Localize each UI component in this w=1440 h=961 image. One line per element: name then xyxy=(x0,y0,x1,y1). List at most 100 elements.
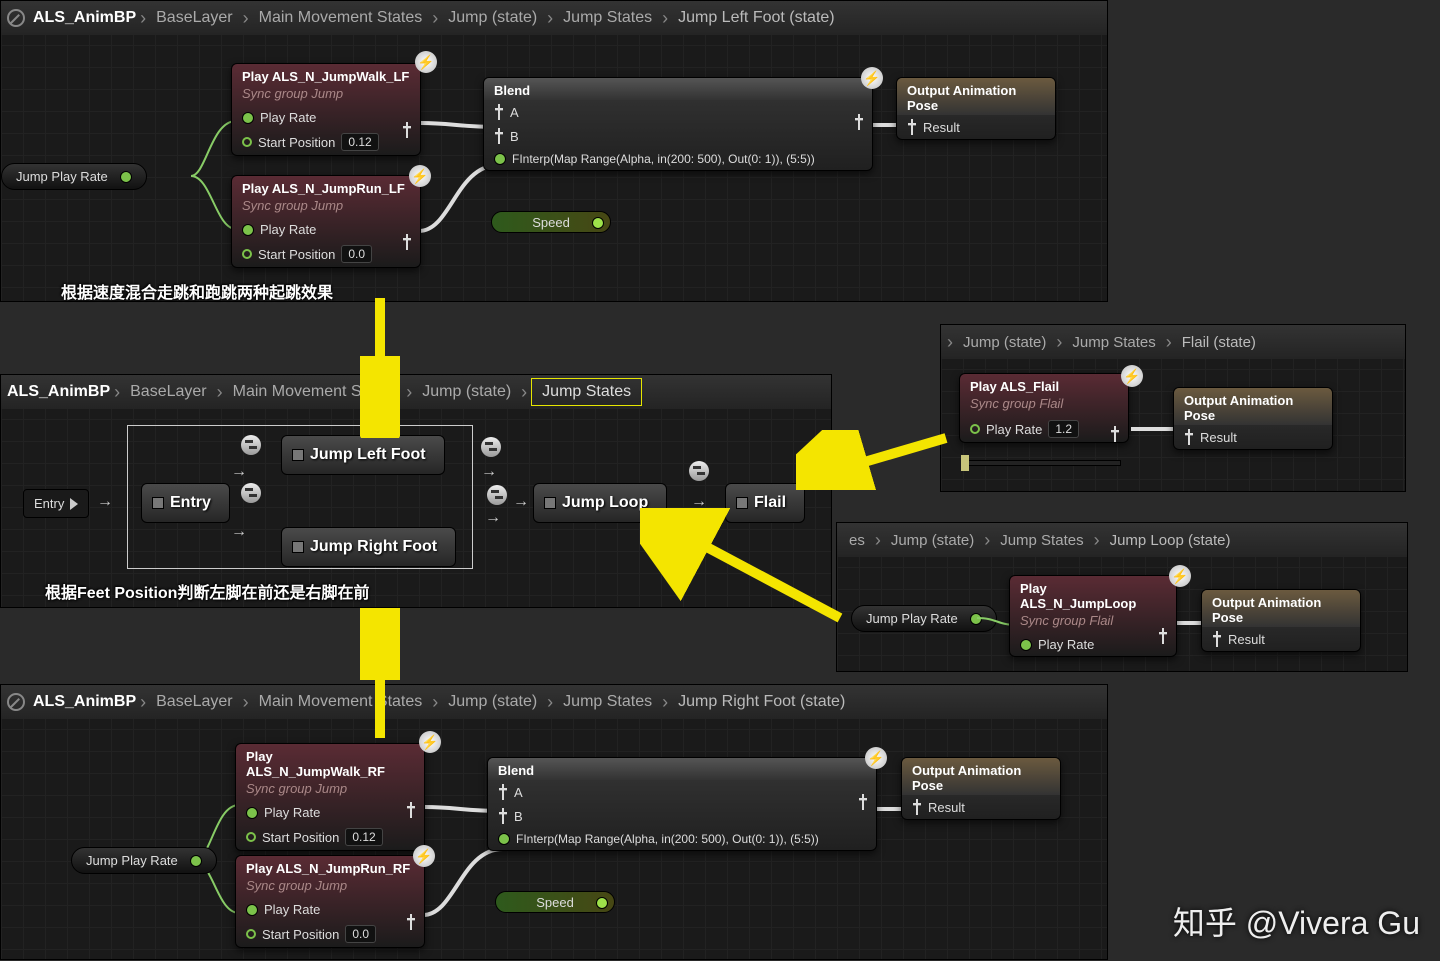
node-blend[interactable]: Blend A B FInterp(Map Range(Alpha, in(20… xyxy=(483,77,873,171)
crumb-mms[interactable]: Main Movement States xyxy=(253,7,429,29)
crumb-base[interactable]: BaseLayer xyxy=(150,7,239,29)
breadcrumb-rf[interactable]: ALS_AnimBP › BaseLayer › Main Movement S… xyxy=(1,685,1107,719)
node-play-run-rf[interactable]: Play ALS_N_JumpRun_RF Sync group Jump Pl… xyxy=(235,855,425,948)
pin-out[interactable] xyxy=(970,613,982,625)
pin-in[interactable] xyxy=(242,249,252,259)
var-jump-play-rate[interactable]: Jump Play Rate xyxy=(71,847,217,874)
pin-in[interactable] xyxy=(246,832,256,842)
node-play-loop[interactable]: Play ALS_N_JumpLoop Sync group Flail Pla… xyxy=(1009,575,1177,657)
node-play-walk-lf[interactable]: Play ALS_N_JumpWalk_LF Sync group Jump P… xyxy=(231,63,421,156)
crumb-rf[interactable]: Jump Right Foot (state) xyxy=(672,691,851,713)
pose-icon xyxy=(494,128,504,144)
crumb-root[interactable]: ALS_AnimBP xyxy=(33,9,136,27)
pin-in[interactable] xyxy=(246,904,258,916)
crumb-jump[interactable]: Jump (state) xyxy=(957,332,1052,353)
entry-tab[interactable]: Entry xyxy=(23,489,89,518)
pin-in[interactable] xyxy=(246,807,258,819)
panel-jump-left-foot: ALS_AnimBP › BaseLayer › Main Movement S… xyxy=(0,0,1108,302)
crumb-jump[interactable]: Jump (state) xyxy=(885,530,980,551)
timeline-slider[interactable] xyxy=(961,460,1121,466)
chevron-icon: › xyxy=(1166,332,1172,353)
chevron-icon: › xyxy=(984,530,990,551)
node-title: Output Animation Pose xyxy=(897,78,1055,115)
pin-in[interactable] xyxy=(246,929,256,939)
transition-icon[interactable] xyxy=(241,483,261,503)
arrow-icon: → xyxy=(481,463,497,481)
pin-out[interactable] xyxy=(190,855,202,867)
crumb-jump[interactable]: Jump (state) xyxy=(416,381,517,403)
pin-in[interactable] xyxy=(242,137,252,147)
transition-icon[interactable] xyxy=(689,461,709,481)
pin-in[interactable] xyxy=(242,112,254,124)
pin-in[interactable] xyxy=(1020,639,1032,651)
panel-flail: › Jump (state) › Jump States › Flail (st… xyxy=(940,324,1406,492)
pin-in[interactable] xyxy=(494,153,506,165)
state-jump-loop[interactable]: Jump Loop xyxy=(533,483,667,523)
pin-label: A xyxy=(514,785,523,800)
transition-icon[interactable] xyxy=(487,485,507,505)
annotation-mid: 根据Feet Position判断左脚在前还是右脚在前 xyxy=(45,579,369,603)
value-box[interactable]: 0.0 xyxy=(341,245,372,263)
pin-out[interactable] xyxy=(120,171,132,183)
state-entry[interactable]: Entry xyxy=(141,483,230,523)
pose-icon xyxy=(498,784,508,800)
chevron-icon: › xyxy=(1056,332,1062,353)
node-output-pose[interactable]: Output Animation Pose Result xyxy=(1201,589,1361,652)
var-jump-play-rate[interactable]: Jump Play Rate xyxy=(851,605,997,632)
node-title: Play ALS_N_JumpLoop xyxy=(1010,576,1176,613)
crumb-root[interactable]: ALS_AnimBP xyxy=(33,693,136,711)
var-speed[interactable]: Speed xyxy=(495,891,615,913)
value-box[interactable]: 1.2 xyxy=(1048,420,1079,438)
node-blend[interactable]: Blend A B FInterp(Map Range(Alpha, in(20… xyxy=(487,757,877,851)
pin-label: Play Rate xyxy=(986,422,1042,437)
breadcrumb-loop[interactable]: es › Jump (state) › Jump States › Jump L… xyxy=(837,523,1407,557)
pin-in[interactable] xyxy=(498,833,510,845)
fastpath-icon: ⚡ xyxy=(1169,565,1191,587)
crumb-jump[interactable]: Jump (state) xyxy=(442,7,543,29)
crumb-jumpstates[interactable]: Jump States xyxy=(1066,332,1161,353)
crumb-jumpstates[interactable]: Jump States xyxy=(557,691,658,713)
pin-in[interactable] xyxy=(242,224,254,236)
crumb-flail[interactable]: Flail (state) xyxy=(1176,332,1262,353)
crumb-jump[interactable]: Jump (state) xyxy=(442,691,543,713)
breadcrumb-sm[interactable]: ALS_AnimBP › BaseLayer › Main Movement S… xyxy=(1,375,831,409)
crumb-jumpstates[interactable]: Jump States xyxy=(557,7,658,29)
value-box[interactable]: 0.12 xyxy=(345,828,382,846)
crumb-mms[interactable]: Main Movement States xyxy=(227,381,403,403)
crumb-lf[interactable]: Jump Left Foot (state) xyxy=(672,7,841,29)
value-box[interactable]: 0.0 xyxy=(345,925,376,943)
breadcrumb-flail[interactable]: › Jump (state) › Jump States › Flail (st… xyxy=(941,325,1405,359)
node-output-pose[interactable]: Output Animation Pose Result xyxy=(1173,387,1333,450)
fastpath-icon: ⚡ xyxy=(1121,365,1143,387)
chevron-icon: › xyxy=(217,382,223,403)
chevron-icon: › xyxy=(243,8,249,29)
crumb-partial[interactable]: es xyxy=(843,530,871,551)
timeline-thumb[interactable] xyxy=(961,455,969,471)
crumb-base[interactable]: BaseLayer xyxy=(150,691,239,713)
state-flail[interactable]: Flail xyxy=(725,483,805,523)
node-play-flail[interactable]: Play ALS_Flail Sync group Flail Play Rat… xyxy=(959,373,1129,443)
pin-label: Play Rate xyxy=(264,902,320,917)
node-output-pose[interactable]: Output Animation Pose Result xyxy=(896,77,1056,140)
var-speed[interactable]: Speed xyxy=(491,211,611,233)
panel-state-machine: ALS_AnimBP › BaseLayer › Main Movement S… xyxy=(0,374,832,608)
state-jump-right-foot[interactable]: Jump Right Foot xyxy=(281,527,456,567)
node-play-walk-rf[interactable]: Play ALS_N_JumpWalk_RF Sync group Jump P… xyxy=(235,743,425,851)
transition-icon[interactable] xyxy=(481,437,501,457)
crumb-base[interactable]: BaseLayer xyxy=(124,381,213,403)
node-output-pose[interactable]: Output Animation Pose Result xyxy=(901,757,1061,820)
node-title: Output Animation Pose xyxy=(1202,590,1360,627)
crumb-mms[interactable]: Main Movement States xyxy=(253,691,429,713)
crumb-loop[interactable]: Jump Loop (state) xyxy=(1104,530,1237,551)
pin-in[interactable] xyxy=(970,424,980,434)
state-jump-left-foot[interactable]: Jump Left Foot xyxy=(281,435,445,475)
breadcrumb-lf[interactable]: ALS_AnimBP › BaseLayer › Main Movement S… xyxy=(1,1,1107,35)
value-box[interactable]: 0.12 xyxy=(341,133,378,151)
transition-icon[interactable] xyxy=(241,435,261,455)
node-play-run-lf[interactable]: Play ALS_N_JumpRun_LF Sync group Jump Pl… xyxy=(231,175,421,268)
crumb-jumpstates-highlight[interactable]: Jump States xyxy=(531,378,642,406)
crumb-root[interactable]: ALS_AnimBP xyxy=(7,383,110,401)
chevron-icon: › xyxy=(547,8,553,29)
crumb-jumpstates[interactable]: Jump States xyxy=(994,530,1089,551)
var-jump-play-rate[interactable]: Jump Play Rate xyxy=(1,163,147,190)
